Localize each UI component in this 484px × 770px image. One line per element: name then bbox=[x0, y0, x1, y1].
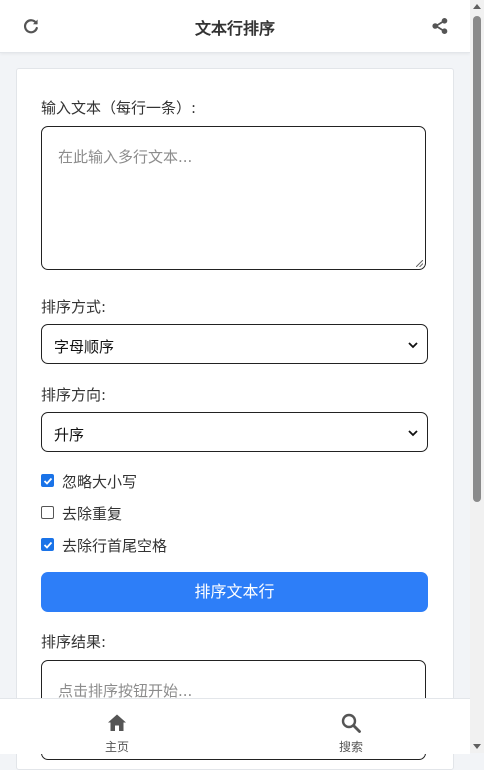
sort-method-label: 排序方式: bbox=[41, 298, 107, 316]
bottom-nav: 主页 搜索 bbox=[0, 698, 470, 754]
input-textarea[interactable]: 在此输入多行文本... bbox=[41, 126, 426, 270]
page-title: 文本行排序 bbox=[194, 19, 275, 38]
trim-whitespace-checkbox[interactable] bbox=[41, 538, 54, 551]
checkmark-icon bbox=[43, 541, 53, 549]
home-icon bbox=[108, 714, 126, 731]
share-icon[interactable] bbox=[431, 17, 449, 35]
trim-whitespace-label: 去除行首尾空格 bbox=[62, 537, 168, 555]
checkmark-icon bbox=[43, 477, 53, 485]
sort-direction-select[interactable]: 升序 bbox=[41, 412, 428, 452]
scroll-thumb[interactable] bbox=[473, 16, 481, 502]
scroll-down-arrow-icon[interactable] bbox=[473, 744, 481, 749]
remove-duplicates-checkbox[interactable] bbox=[41, 506, 54, 519]
chevron-down-icon bbox=[408, 430, 418, 437]
sort-direction-label: 排序方向: bbox=[41, 386, 107, 404]
ignore-case-checkbox[interactable] bbox=[41, 474, 54, 487]
sort-direction-value: 升序 bbox=[54, 426, 85, 444]
nav-home-label: 主页 bbox=[104, 740, 129, 754]
input-text-label: 输入文本（每行一条）: bbox=[41, 99, 197, 117]
remove-duplicates-label: 去除重复 bbox=[62, 505, 123, 523]
sort-method-value: 字母顺序 bbox=[54, 338, 115, 356]
nav-search-label: 搜索 bbox=[338, 740, 363, 754]
resize-grip-icon[interactable] bbox=[416, 260, 423, 267]
input-placeholder: 在此输入多行文本... bbox=[58, 148, 193, 166]
scroll-up-arrow-icon[interactable] bbox=[473, 4, 481, 9]
nav-item-search[interactable]: 搜索 bbox=[311, 699, 391, 754]
search-icon bbox=[341, 713, 361, 733]
result-label: 排序结果: bbox=[41, 633, 107, 651]
sort-lines-button[interactable]: 排序文本行 bbox=[41, 572, 428, 612]
ignore-case-label: 忽略大小写 bbox=[62, 473, 138, 491]
sort-method-select[interactable]: 字母顺序 bbox=[41, 324, 428, 364]
chevron-down-icon bbox=[408, 342, 418, 349]
app-header: 文本行排序 bbox=[0, 0, 470, 53]
sort-form-card: 输入文本（每行一条）: 在此输入多行文本... 排序方式: 字母顺序 排序方向:… bbox=[16, 68, 454, 770]
nav-item-home[interactable]: 主页 bbox=[77, 699, 157, 754]
page-scrollbar[interactable] bbox=[470, 0, 484, 753]
